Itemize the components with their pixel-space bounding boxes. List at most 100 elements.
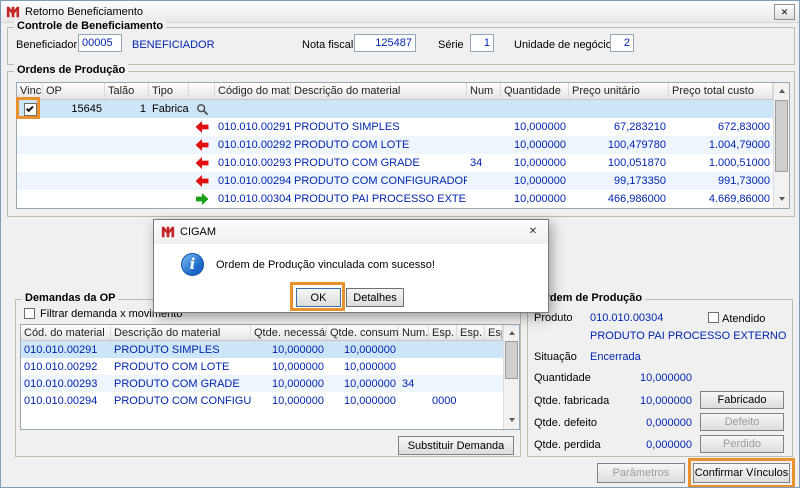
codigo-cell: 010.010.00291 — [215, 121, 291, 133]
checkmark-icon — [25, 104, 33, 112]
scroll-thumb[interactable] — [775, 100, 788, 172]
descricao-cell: PRODUTO COM GRADE — [291, 157, 467, 169]
num-cell: 34 — [467, 157, 501, 169]
ordem-producao-group-title: Ordem de Produção — [534, 292, 645, 304]
preco-total-cell: 1.004,79000 — [669, 139, 773, 151]
col-esp2[interactable]: Esp. 2 — [457, 325, 485, 340]
quantidade-value: 10,000000 — [604, 372, 692, 384]
scroll-down-icon[interactable] — [774, 192, 789, 207]
fabricado-button[interactable]: Fabricado — [700, 391, 784, 409]
confirmar-vinculos-button[interactable]: Confirmar Vínculos — [693, 463, 790, 483]
demanda-row[interactable]: 010.010.00294 PRODUTO COM CONFIGURADOR 1… — [21, 392, 505, 409]
demandas-scrollbar[interactable] — [503, 325, 519, 429]
col-vinc[interactable]: Vinc. — [17, 83, 43, 99]
situacao-label: Situação — [534, 351, 577, 363]
scroll-down-icon[interactable] — [504, 413, 519, 428]
retorno-beneficiamento-window: Retorno Beneficiamento ✕ Controle de Ben… — [0, 0, 800, 488]
nota-fiscal-label: Nota fiscal — [302, 39, 353, 51]
ok-button[interactable]: OK — [296, 288, 341, 307]
col-descricao-material[interactable]: Descrição do material — [291, 83, 467, 99]
qtde-perdida-label: Qtde. perdida — [534, 439, 601, 451]
quantidade-cell: 10,000000 — [501, 193, 569, 205]
beneficiador-code-field[interactable]: 00005 — [78, 34, 122, 52]
consumida-cell: 10,000000 — [327, 378, 399, 390]
window-close-button[interactable]: ✕ — [774, 4, 795, 20]
ordens-scrollbar[interactable] — [773, 83, 789, 208]
substituir-demanda-button[interactable]: Substituir Demanda — [398, 436, 514, 455]
beneficiador-name: BENEFICIADOR — [132, 39, 215, 51]
descricao-cell: PRODUTO COM CONFIGURADOR — [291, 175, 467, 187]
codigo-cell: 010.010.00292 — [215, 139, 291, 151]
demandas-op-group: Demandas da OP Filtrar demanda x movimen… — [15, 299, 521, 457]
dialog-title: CIGAM — [180, 226, 216, 238]
col-talao[interactable]: Talão — [105, 83, 149, 99]
col-esp1[interactable]: Esp. 1 — [429, 325, 457, 340]
nota-fiscal-field[interactable]: 125487 — [354, 34, 416, 52]
qtde-fabricada-value: 10,000000 — [604, 395, 692, 407]
scroll-up-icon[interactable] — [504, 326, 519, 341]
col-icon[interactable] — [189, 83, 215, 99]
scroll-thumb[interactable] — [505, 341, 518, 379]
cod-cell: 010.010.00293 — [21, 378, 111, 390]
produto-codigo: 010.010.00304 — [590, 312, 663, 324]
codigo-cell: 010.010.00304 — [215, 193, 291, 205]
descricao-cell: PRODUTO COM GRADE — [111, 378, 251, 390]
dialog-message: Ordem de Produção vinculada com sucesso! — [216, 259, 435, 271]
col-descricao-material[interactable]: Descrição do material — [111, 325, 251, 340]
demanda-row[interactable]: 010.010.00292 PRODUTO COM LOTE 10,000000… — [21, 358, 505, 375]
material-row[interactable]: 010.010.00304 PRODUTO PAI PROCESSO EXTER… — [17, 190, 773, 208]
col-preco-total[interactable]: Preço total custo — [669, 83, 773, 99]
demanda-row[interactable]: 010.010.00293 PRODUTO COM GRADE 10,00000… — [21, 375, 505, 392]
cod-cell: 010.010.00292 — [21, 361, 111, 373]
serie-field[interactable]: 1 — [470, 34, 494, 52]
scroll-up-icon[interactable] — [774, 84, 789, 99]
material-row[interactable]: 010.010.00292 PRODUTO COM LOTE 10,000000… — [17, 136, 773, 154]
preco-unitario-cell: 67,283210 — [569, 121, 669, 133]
magnifier-icon[interactable] — [196, 103, 209, 116]
unidade-negocio-field[interactable]: 2 — [610, 34, 634, 52]
quantidade-label: Quantidade — [534, 372, 591, 384]
produto-nome: PRODUTO PAI PROCESSO EXTERNO — [590, 330, 786, 342]
col-num[interactable]: Num — [467, 83, 501, 99]
consumed-arrow-icon — [196, 175, 209, 187]
detalhes-button[interactable]: Detalhes — [346, 288, 404, 307]
col-op[interactable]: OP — [43, 83, 105, 99]
descricao-cell: PRODUTO COM LOTE — [111, 361, 251, 373]
col-esp3[interactable]: Esp. 3 — [485, 325, 503, 340]
col-tipo[interactable]: Tipo — [149, 83, 189, 99]
cigam-logo-icon — [6, 5, 20, 19]
qtde-defeito-value: 0,000000 — [604, 417, 692, 429]
quantidade-cell: 10,000000 — [501, 121, 569, 133]
dialog-titlebar: CIGAM ✕ — [154, 220, 548, 244]
col-cod-material[interactable]: Cód. do material — [21, 325, 111, 340]
filtrar-demanda-checkbox[interactable] — [24, 308, 35, 319]
necessaria-cell: 10,000000 — [251, 344, 327, 356]
demanda-row[interactable]: 010.010.00291 PRODUTO SIMPLES 10,000000 … — [21, 341, 505, 358]
material-row[interactable]: 010.010.00294 PRODUTO COM CONFIGURADOR 1… — [17, 172, 773, 190]
col-quantidade[interactable]: Quantidade — [501, 83, 569, 99]
demandas-table: Cód. do material Descrição do material Q… — [20, 324, 520, 430]
info-icon — [181, 253, 204, 276]
preco-total-cell: 991,73000 — [669, 175, 773, 187]
col-qtde-consumida[interactable]: Qtde. consumida — [327, 325, 399, 340]
col-num[interactable]: Num. — [399, 325, 429, 340]
consumida-cell: 10,000000 — [327, 361, 399, 373]
unidade-negocio-label: Unidade de negócio — [514, 39, 612, 51]
necessaria-cell: 10,000000 — [251, 395, 327, 407]
col-qtde-necessaria[interactable]: Qtde. necessária — [251, 325, 327, 340]
col-codigo-material[interactable]: Código do material — [215, 83, 291, 99]
talao-cell: 1 — [105, 103, 149, 115]
col-preco-unitario[interactable]: Preço unitário — [569, 83, 669, 99]
perdido-button: Perdido — [700, 435, 784, 453]
vinc-checkbox[interactable] — [24, 103, 37, 116]
quantidade-cell: 10,000000 — [501, 139, 569, 151]
material-row[interactable]: 010.010.00293 PRODUTO COM GRADE 34 10,00… — [17, 154, 773, 172]
material-row[interactable]: 010.010.00291 PRODUTO SIMPLES 10,000000 … — [17, 118, 773, 136]
preco-total-cell: 672,83000 — [669, 121, 773, 133]
atendido-checkbox[interactable] — [708, 312, 719, 323]
vinc-cell — [17, 103, 43, 116]
dialog-close-icon[interactable]: ✕ — [518, 220, 548, 244]
quantidade-cell: 10,000000 — [501, 157, 569, 169]
demandas-table-header: Cód. do material Descrição do material Q… — [21, 325, 503, 341]
op-row[interactable]: 15645 1 Fabricado — [17, 100, 773, 118]
